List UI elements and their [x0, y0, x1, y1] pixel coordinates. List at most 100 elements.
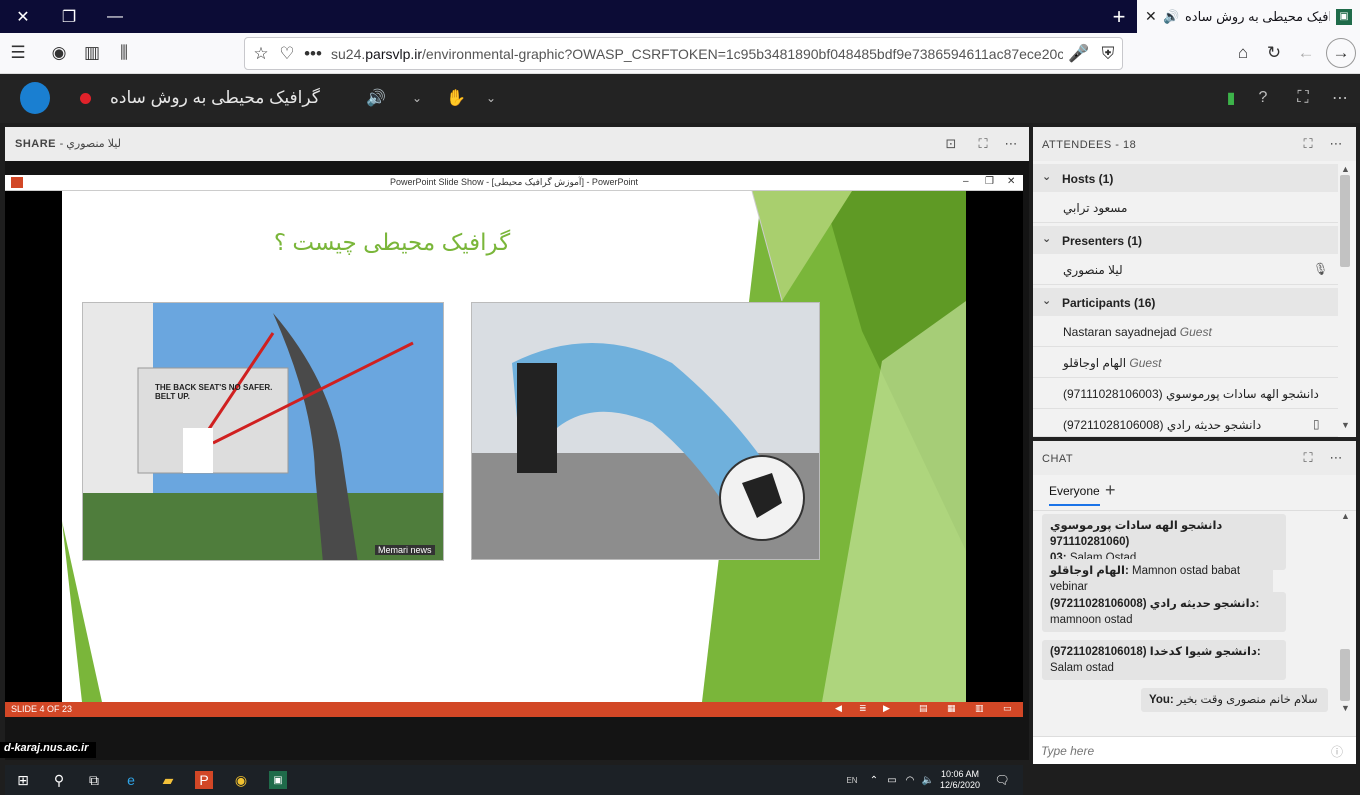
ppt-reading-view-icon[interactable]: ▥ [975, 703, 984, 714]
browser-tab[interactable]: ✕ 🔊 گرافیک محیطی به روش ساده ▣ [1137, 0, 1360, 33]
shield-icon[interactable]: ⛨ [1096, 42, 1120, 66]
attendee-row[interactable]: مسعود ترابي [1033, 193, 1338, 223]
chat-scroll-thumb[interactable] [1340, 649, 1350, 701]
pod-fullscreen-icon[interactable]: ⛶ [973, 134, 993, 154]
taskbar-app-icon[interactable]: ▣ [269, 771, 287, 789]
attendee-row[interactable]: دانشجو حديثه رادي (97211028106008) ▯ [1033, 410, 1338, 437]
attendee-role: Guest [1129, 356, 1162, 370]
tab-everyone[interactable]: Everyone [1049, 484, 1100, 506]
group-presenters[interactable]: ⌄ Presenters (1) [1033, 226, 1338, 254]
forward-icon[interactable]: → [1326, 38, 1356, 68]
chat-tabs: Everyone + [1033, 475, 1356, 511]
library-icon[interactable]: ⫼ [112, 41, 136, 65]
taskbar-search-icon[interactable]: ⚲ [50, 771, 68, 789]
tray-chevron-icon[interactable]: ⌃ [865, 771, 883, 789]
account-icon[interactable]: ◉ [47, 41, 71, 65]
group-participants[interactable]: ⌄ Participants (16) [1033, 288, 1338, 316]
ppt-close-icon[interactable]: ✕ [1007, 176, 1015, 187]
goalkeeper-billboard-image [471, 302, 820, 560]
chevron-down-icon: ⌄ [1042, 233, 1052, 245]
mic-blocked-icon[interactable]: 🎤 [1067, 42, 1091, 66]
ppt-window-titlebar: PowerPoint Slide Show - [آموزش گرافیک مح… [5, 175, 1023, 191]
home-icon[interactable]: ⌂ [1231, 41, 1255, 65]
chat-message: دانشجو حديثه رادي (97211028106008): mamno… [1042, 592, 1286, 632]
chat-options-icon[interactable]: ⋯ [1326, 448, 1346, 468]
scroll-down-icon[interactable]: ▼ [1341, 420, 1350, 430]
ppt-normal-view-icon[interactable]: ▤ [919, 703, 928, 714]
browser-titlebar: ✕ ❐ — + ✕ 🔊 گرافیک محیطی به روش ساده ▣ [0, 0, 1360, 33]
raise-hand-icon[interactable]: ✋ [445, 87, 467, 109]
attendee-row[interactable]: دانشجو الهه سادات پورموسوي (971110281060… [1033, 379, 1338, 409]
add-chat-tab-icon[interactable]: + [1105, 480, 1116, 501]
close-window-button[interactable]: ✕ [0, 0, 46, 33]
chevron-down-icon: ⌄ [1042, 171, 1052, 183]
attendee-row[interactable]: Nastaran sayadnejad Guest [1033, 317, 1338, 347]
attendees-pod: ATTENDEES - 18 ⛶ ⋯ ⌄ Hosts (1) مسعود ترا… [1033, 127, 1356, 437]
ppt-prev-icon[interactable]: ◀ [835, 703, 842, 714]
chat-input[interactable] [1041, 743, 1321, 759]
group-hosts[interactable]: ⌄ Hosts (1) [1033, 164, 1338, 192]
edge-icon[interactable]: e [122, 771, 140, 789]
url-bar[interactable]: ☆ ♡ ••• su24.parsvlp.ir/environmental-gr… [244, 37, 1123, 70]
attendee-row[interactable]: ليلا منصوري 🎙 [1033, 255, 1338, 285]
speaker-icon[interactable]: 🔊 [365, 87, 387, 109]
chat-message: دانشجو شيوا كدخدا (97211028106018): Sala… [1042, 640, 1286, 680]
attendee-name: دانشجو حديثه رادي (97211028106008) [1063, 418, 1262, 432]
ppt-next-icon[interactable]: ▶ [883, 703, 890, 714]
back-icon[interactable]: ← [1294, 41, 1318, 65]
ppt-sorter-view-icon[interactable]: ▦ [947, 703, 956, 714]
tab-sound-icon[interactable]: 🔊 [1163, 9, 1185, 25]
share-pod-header: SHARE ليلا منصوري - ⊡ ⛶ ⋯ [5, 127, 1029, 161]
ppt-window-title: PowerPoint Slide Show - [آموزش گرافیک مح… [390, 177, 638, 187]
recording-icon[interactable] [80, 93, 91, 104]
restore-window-button[interactable]: ❐ [46, 0, 92, 33]
minimize-window-button[interactable]: — [92, 0, 138, 33]
taskbar-language[interactable]: EN [843, 771, 861, 789]
attendees-options-icon[interactable]: ⋯ [1326, 134, 1346, 154]
url-text[interactable]: su24.parsvlp.ir/environmental-graphic?OW… [331, 46, 1063, 62]
ppt-minimize-icon[interactable]: – [963, 176, 969, 187]
pocket-icon[interactable]: ♡ [275, 42, 299, 66]
attendees-fullscreen-icon[interactable]: ⛶ [1298, 134, 1318, 154]
task-view-icon[interactable]: ⧉ [85, 771, 103, 789]
chrome-icon[interactable]: ◉ [232, 771, 250, 789]
menu-icon[interactable]: ☰ [6, 41, 30, 65]
new-tab-button[interactable]: + [1105, 0, 1133, 33]
tab-favicon-icon: ▣ [1336, 8, 1352, 25]
tab-close-icon[interactable]: ✕ [1145, 8, 1163, 25]
windows-taskbar: ⊞ ⚲ ⧉ e ▰ P ◉ ▣ EN ⌃ ▭ ◠ 🔈 10:06 AM 12/6/… [5, 765, 1023, 795]
battery-icon[interactable]: ▭ [883, 771, 901, 789]
attendee-name: ليلا منصوري [1063, 263, 1123, 277]
attendee-row[interactable]: الهام اوجاقلو Guest [1033, 348, 1338, 378]
meeting-title: گرافیک محیطی به روش ساده [110, 88, 320, 107]
chat-scroll-down-icon[interactable]: ▼ [1341, 703, 1350, 713]
volume-icon[interactable]: 🔈 [919, 771, 937, 789]
ppt-restore-icon[interactable]: ❐ [985, 176, 994, 187]
taskbar-clock[interactable]: 10:06 AM 12/6/2020 [940, 769, 980, 791]
notifications-icon[interactable]: 🗨 [993, 771, 1011, 789]
fullscreen-icon[interactable]: ⛶ [1292, 87, 1314, 109]
attendee-role: Guest [1179, 325, 1212, 339]
actual-size-icon[interactable]: ⊡ [941, 134, 961, 154]
status-dropdown-icon[interactable]: ⌄ [480, 87, 502, 109]
chat-fullscreen-icon[interactable]: ⛶ [1298, 448, 1318, 468]
ppt-notes-icon[interactable]: ≣ [859, 703, 867, 714]
bookmark-star-icon[interactable]: ☆ [249, 42, 273, 66]
page-actions-icon[interactable]: ••• [301, 42, 325, 66]
taskbar-powerpoint-icon[interactable]: P [195, 771, 213, 789]
ppt-slideshow-icon[interactable]: ▭ [1003, 703, 1012, 714]
chat-options-circle-icon[interactable]: ⓘ [1331, 743, 1343, 760]
wifi-icon[interactable]: ◠ [901, 771, 919, 789]
speaker-dropdown-icon[interactable]: ⌄ [406, 87, 428, 109]
attendee-name: Nastaran sayadnejad [1063, 325, 1177, 339]
chat-scroll-up-icon[interactable]: ▲ [1341, 511, 1350, 521]
windows-start-icon[interactable]: ⊞ [14, 771, 32, 789]
more-options-icon[interactable]: ⋯ [1329, 87, 1351, 109]
help-icon[interactable]: ? [1252, 87, 1274, 109]
reader-view-icon[interactable]: ▥ [80, 41, 104, 65]
attendees-scroll-thumb[interactable] [1340, 175, 1350, 267]
file-explorer-icon[interactable]: ▰ [159, 771, 177, 789]
pod-options-icon[interactable]: ⋯ [1001, 134, 1021, 154]
scroll-up-icon[interactable]: ▲ [1341, 164, 1350, 174]
reload-icon[interactable]: ↻ [1262, 41, 1286, 65]
